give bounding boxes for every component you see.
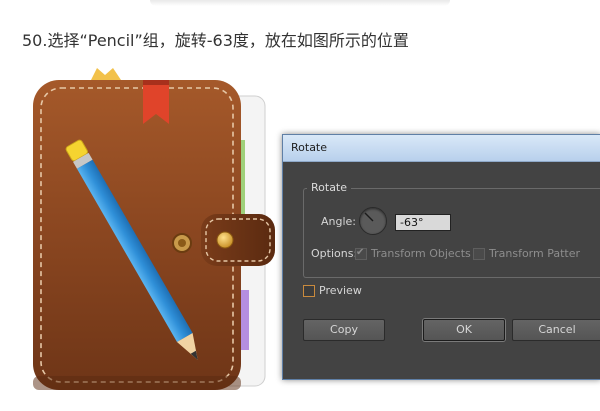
angle-input[interactable] <box>395 214 451 231</box>
angle-dial[interactable] <box>359 207 387 235</box>
angle-label: Angle: <box>321 215 357 228</box>
checkmark-icon: ✔ <box>356 247 365 258</box>
cancel-button[interactable]: Cancel <box>512 319 600 341</box>
transform-patterns-checkbox[interactable] <box>473 248 485 260</box>
angle-dial-needle <box>364 212 374 222</box>
transform-objects-label: Transform Objects <box>371 247 471 260</box>
rotate-dialog: Rotate Rotate Angle: Options: ✔ Transfor… <box>282 134 600 380</box>
copy-button[interactable]: Copy <box>303 319 385 341</box>
preview-label: Preview <box>319 284 362 297</box>
rotate-group-box <box>303 188 600 278</box>
notebook-illustration <box>25 60 290 411</box>
gold-snap-button <box>216 231 234 249</box>
gold-clip-top <box>91 68 121 80</box>
leather-strap <box>201 214 275 266</box>
rotate-group-label: Rotate <box>307 181 352 194</box>
step-instruction-text: 50.选择“Pencil”组，旋转-63度，放在如图所示的位置 <box>22 31 409 50</box>
top-shadow-band <box>150 0 450 6</box>
dialog-title: Rotate <box>283 135 600 162</box>
preview-checkbox[interactable] <box>303 285 315 297</box>
options-label: Options: <box>311 247 358 260</box>
transform-patterns-label: Transform Patter <box>489 247 581 260</box>
dialog-body: Rotate Angle: <box>283 162 600 379</box>
ok-button[interactable]: OK <box>423 319 505 341</box>
